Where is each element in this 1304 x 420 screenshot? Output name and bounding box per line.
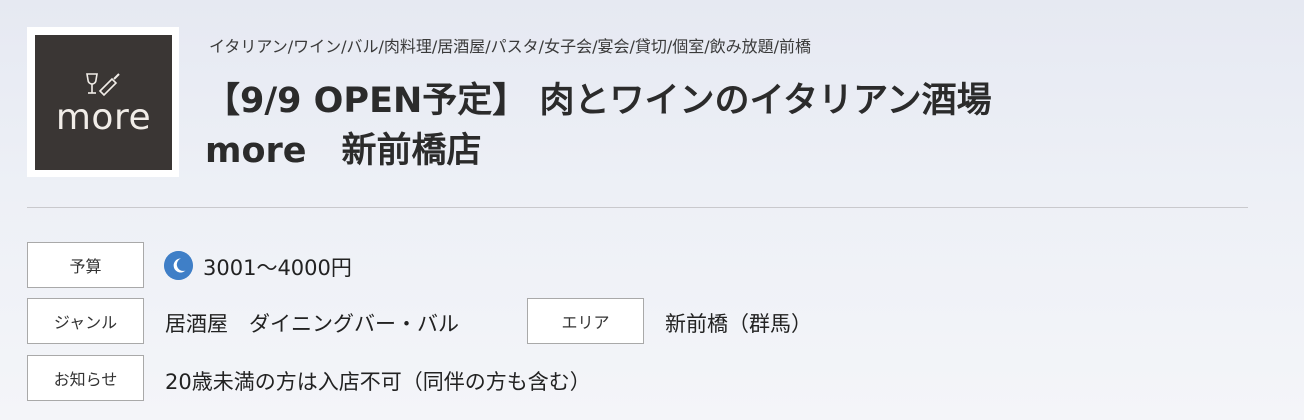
- area-value: 新前橋（群馬）: [665, 312, 812, 336]
- shop-title: 【9/9 OPEN予定】 肉とワインのイタリアン酒場 more 新前橋店: [205, 76, 1255, 176]
- area-label: エリア: [527, 298, 644, 344]
- shop-title-line1: 【9/9 OPEN予定】 肉とワインのイタリアン酒場: [205, 81, 992, 121]
- notice-value: 20歳未満の方は入店不可（同伴の方も含む）: [165, 370, 591, 394]
- genre-tags: イタリアン/ワイン/バル/肉料理/居酒屋/パスタ/女子会/宴会/貸切/個室/飲み…: [209, 37, 812, 56]
- notice-label: お知らせ: [27, 355, 144, 401]
- genre-label: ジャンル: [27, 298, 144, 344]
- genre-value: 居酒屋 ダイニングバー・バル: [165, 312, 459, 336]
- budget-value: 3001～4000円: [203, 256, 352, 280]
- dinner-moon-icon: [164, 251, 193, 280]
- logo-box: more: [35, 35, 172, 170]
- shop-logo: more: [27, 27, 179, 177]
- logo-text: more: [55, 97, 152, 138]
- header-divider: [27, 207, 1248, 208]
- wine-glass-bottle-icon: [86, 73, 120, 97]
- shop-title-line2: more 新前橋店: [205, 131, 482, 171]
- budget-label: 予算: [27, 242, 144, 288]
